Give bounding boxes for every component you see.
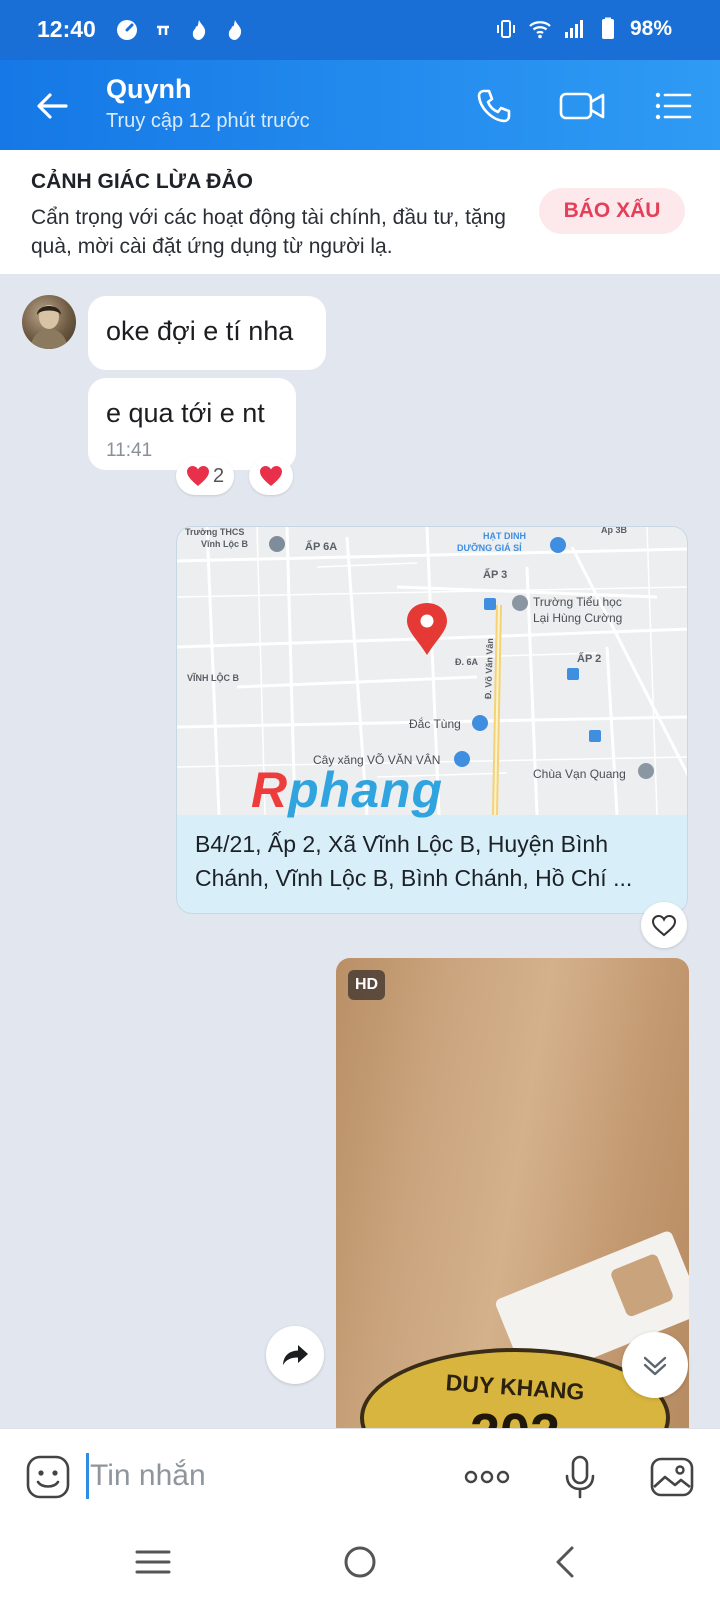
microphone-icon[interactable]: [556, 1453, 604, 1501]
location-message[interactable]: Trường THCS Vĩnh Lộc B ẤP 6A HẠT DINH DƯ…: [176, 526, 688, 914]
forward-button[interactable]: [266, 1326, 324, 1384]
timer-icon: [117, 20, 137, 40]
vibrate-icon: [496, 20, 515, 38]
message-input-bar: [0, 1428, 720, 1524]
report-button[interactable]: BÁO XẤU: [539, 188, 685, 234]
chat-header: Quynh Truy cập 12 phút trước: [0, 60, 720, 150]
map-label: Ấp 3B: [601, 526, 628, 535]
message-bubble[interactable]: oke đợi e tí nha: [88, 296, 326, 370]
message-text: oke đợi e tí nha: [106, 316, 294, 346]
battery-percentage: 98%: [629, 17, 672, 40]
map-label: Đắc Tùng: [409, 717, 461, 731]
map-label: ẤP 2: [577, 653, 602, 665]
hd-badge: HD: [348, 970, 386, 1000]
location-address: B4/21, Ấp 2, Xã Vĩnh Lộc B, Huyện Bình C…: [195, 831, 633, 891]
map-label: Đ. 6A: [455, 657, 479, 667]
warning-text: Cẩn trọng với các hoạt động tài chính, đ…: [31, 206, 506, 258]
sign-number: 202: [364, 1402, 666, 1428]
status-time: 12:40: [37, 16, 96, 42]
message-input[interactable]: [90, 1449, 420, 1503]
react-button[interactable]: [249, 457, 293, 495]
map-label: Lại Hùng Cường: [533, 611, 623, 625]
map-label: Trường Tiểu học: [533, 595, 622, 609]
map-preview[interactable]: Trường THCS Vĩnh Lộc B ẤP 6A HẠT DINH DƯ…: [177, 526, 687, 818]
flame-icon: [228, 20, 242, 40]
map-label: HẠT DINH: [483, 531, 526, 541]
map-label: Trường THCS: [185, 527, 245, 537]
last-seen-status: Truy cập 12 phút trước: [106, 110, 310, 132]
status-bar: 12:40 98%: [0, 0, 720, 60]
avatar-image: [30, 305, 68, 349]
map-pin-icon: [407, 603, 447, 655]
system-navigation-bar: [0, 1524, 720, 1600]
image-gallery-icon[interactable]: [648, 1453, 696, 1501]
battery-icon: [601, 17, 614, 39]
contact-name[interactable]: Quynh: [106, 74, 192, 105]
message-time: 11:41: [106, 440, 153, 461]
menu-list-icon[interactable]: [652, 85, 694, 127]
warning-title: CẢNH GIÁC LỪA ĐẢO: [31, 170, 253, 193]
home-icon[interactable]: [338, 1540, 382, 1584]
map-label: Đ. Võ Văn Vân: [483, 638, 496, 700]
double-chevron-down-icon: [643, 1356, 667, 1376]
map-label: DƯỠNG GIÁ SỈ: [457, 543, 522, 553]
contact-avatar[interactable]: [22, 295, 76, 349]
status-right: 98%: [494, 17, 672, 41]
recent-apps-icon[interactable]: [131, 1540, 175, 1584]
scroll-to-bottom-button[interactable]: [622, 1332, 688, 1398]
notification-icons: [115, 18, 247, 42]
phone-icon[interactable]: [473, 85, 515, 127]
heart-outline-icon: [651, 914, 677, 937]
message-text: e qua tới e nt: [106, 398, 265, 428]
reaction-count: 2: [212, 464, 225, 487]
heart-icon: [260, 466, 282, 486]
map-label: VĨNH LỘC B: [187, 673, 240, 683]
flame-icon: [192, 20, 206, 40]
like-button[interactable]: [641, 902, 687, 948]
back-icon[interactable]: [545, 1540, 589, 1584]
map-label: Vĩnh Lộc B: [201, 539, 248, 549]
text-cursor: [86, 1453, 89, 1499]
map-label: Chùa Vạn Quang: [533, 767, 626, 781]
pi-icon: [157, 25, 169, 35]
watermark-logo: Rphang: [251, 762, 444, 818]
sticker-icon[interactable]: [24, 1453, 72, 1501]
wifi-icon: [529, 21, 551, 39]
signal-icon: [564, 20, 583, 38]
share-arrow-icon: [283, 1345, 308, 1365]
heart-icon: [186, 466, 209, 486]
more-options-icon[interactable]: [461, 1453, 513, 1501]
back-arrow-icon[interactable]: [32, 86, 72, 126]
reaction-summary[interactable]: 2: [176, 457, 234, 495]
map-label: ẤP 3: [483, 569, 508, 581]
map-label: ẤP 6A: [305, 541, 338, 553]
video-call-icon[interactable]: [557, 85, 607, 127]
scam-warning-banner: CẢNH GIÁC LỪA ĐẢO Cẩn trọng với các hoạt…: [0, 150, 720, 274]
